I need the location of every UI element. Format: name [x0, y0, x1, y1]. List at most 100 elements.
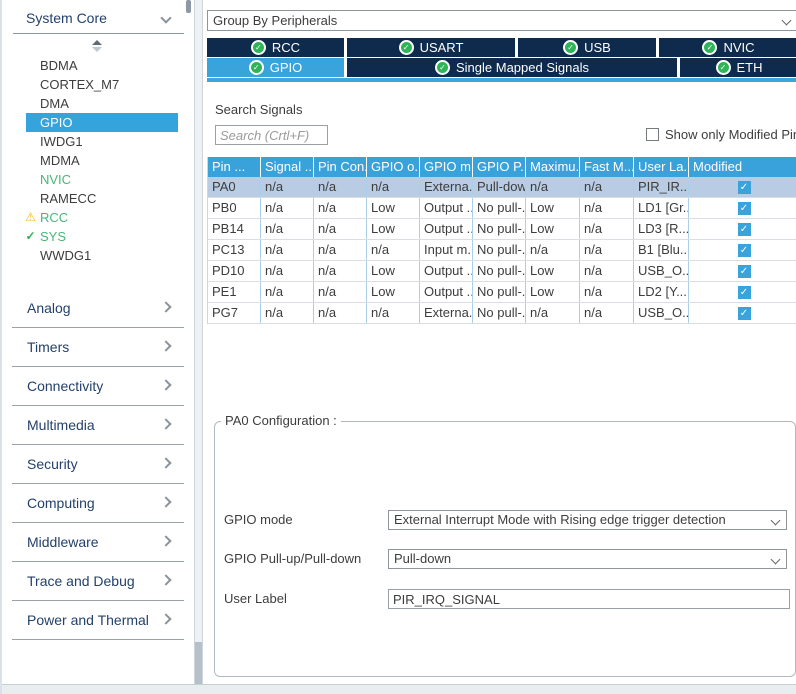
user-label-input[interactable] [388, 589, 790, 609]
table-cell: n/a [261, 198, 314, 218]
tab-rcc[interactable]: ✓RCC [207, 38, 344, 57]
sidebar-category-computing[interactable]: Computing [2, 485, 194, 524]
sidebar-category-multimedia[interactable]: Multimedia [2, 407, 194, 446]
table-cell: LD1 [Gr... [634, 198, 689, 218]
sidebar-item-bdma[interactable]: BDMA [26, 56, 178, 75]
modified-checkbox[interactable]: ✓ [738, 223, 751, 236]
tab-row-2: ✓GPIO✓Single Mapped Signals✓ETH [207, 58, 796, 77]
group-by-select[interactable]: Group By Peripherals [207, 10, 796, 31]
check-icon: ✓ [23, 227, 38, 246]
gpio-pull-value: Pull-down [394, 551, 451, 566]
divider [12, 405, 184, 406]
sidebar-item-mdma[interactable]: MDMA [26, 151, 178, 170]
table-row[interactable]: PE1n/an/aLowOutput ...No pull-...Lown/aL… [208, 282, 796, 303]
tab-usb[interactable]: ✓USB [518, 38, 656, 57]
scroll-spinner-icon[interactable] [92, 40, 102, 53]
sidebar-item-label: CORTEX_M7 [40, 77, 119, 92]
table-cell: n/a [526, 240, 580, 260]
sidebar-item-gpio[interactable]: GPIO [26, 113, 178, 132]
sidebar-category-power-and-thermal[interactable]: Power and Thermal [2, 602, 194, 641]
tab-label: NVIC [723, 40, 754, 55]
table-cell: No pull-... [473, 219, 526, 239]
chevron-down-icon [771, 516, 781, 526]
column-header[interactable]: Signal ... [261, 157, 314, 177]
pane-divider-scrollbar[interactable] [194, 0, 203, 684]
table-row[interactable]: PC13n/an/an/aInput m...No pull-...n/an/a… [208, 240, 796, 261]
table-row[interactable]: PD10n/an/aLowOutput ...No pull-...Lown/a… [208, 261, 796, 282]
column-header[interactable]: Maximu... [526, 157, 580, 177]
bottom-scroll-strip[interactable] [2, 684, 796, 694]
sidebar-item-label: DMA [40, 96, 69, 111]
green-check-icon: ✓ [702, 40, 717, 55]
sidebar-category-middleware[interactable]: Middleware [2, 524, 194, 563]
table-row[interactable]: PB0n/an/aLowOutput ...No pull-...Lown/aL… [208, 198, 796, 219]
table-row[interactable]: PA0n/an/an/aExterna...Pull-downn/an/aPIR… [208, 177, 796, 198]
sidebar-category-trace-and-debug[interactable]: Trace and Debug [2, 563, 194, 602]
column-header[interactable]: GPIO P... [473, 157, 526, 177]
table-cell: n/a [580, 240, 634, 260]
modified-checkbox[interactable]: ✓ [738, 244, 751, 257]
table-cell: LD2 [Y... [634, 282, 689, 302]
table-cell: Externa... [420, 303, 473, 323]
column-header[interactable]: User La... [634, 157, 689, 177]
sidebar-item-cortex_m7[interactable]: CORTEX_M7 [26, 75, 178, 94]
modified-checkbox[interactable]: ✓ [738, 265, 751, 278]
table-cell: LD3 [R... [634, 219, 689, 239]
tab-single-mapped-signals[interactable]: ✓Single Mapped Signals [347, 58, 677, 77]
column-header[interactable]: Pin Con... [314, 157, 367, 177]
divider [12, 600, 184, 601]
column-header[interactable]: GPIO o... [367, 157, 420, 177]
sidebar-item-ramecc[interactable]: RAMECC [26, 189, 178, 208]
chevron-right-icon [160, 613, 171, 624]
tab-eth[interactable]: ✓ETH [680, 58, 796, 77]
sidebar-scrollbar-thumb[interactable] [186, 0, 191, 13]
chevron-right-icon [160, 418, 171, 429]
modified-checkbox[interactable]: ✓ [738, 307, 751, 320]
sidebar-item-nvic[interactable]: NVIC [26, 170, 178, 189]
column-header[interactable]: Modified [689, 157, 796, 177]
table-cell: n/a [314, 177, 367, 197]
table-cell: n/a [580, 261, 634, 281]
sidebar-section-system-core[interactable]: System Core [26, 10, 176, 26]
search-input[interactable] [215, 125, 328, 145]
tab-label: RCC [272, 40, 300, 55]
chevron-down-icon [782, 16, 792, 26]
tab-nvic[interactable]: ✓ NVIC [659, 38, 796, 57]
divider [12, 366, 184, 367]
table-cell: PIR_IR... [634, 177, 689, 197]
table-row[interactable]: PG7n/an/an/aExterna...No pull-...n/an/aU… [208, 303, 796, 324]
column-header[interactable]: Fast M... [580, 157, 634, 177]
show-only-modified-label: Show only Modified Pins [665, 127, 796, 142]
modified-checkbox[interactable]: ✓ [738, 286, 751, 299]
tab-usart[interactable]: ✓USART [347, 38, 515, 57]
table-cell: Low [526, 219, 580, 239]
sidebar-item-iwdg1[interactable]: IWDG1 [26, 132, 178, 151]
system-core-list: BDMA CORTEX_M7 DMA GPIOIWDG1MDMANVICRAMECC⚠… [2, 56, 194, 265]
table-cell: B1 [Blu... [634, 240, 689, 260]
show-only-modified-checkbox[interactable] [646, 128, 659, 141]
modified-checkbox[interactable]: ✓ [738, 202, 751, 215]
pins-table: Pin ...Signal ...Pin Con...GPIO o...GPIO… [207, 157, 796, 324]
column-header[interactable]: GPIO m... [420, 157, 473, 177]
sidebar-item-dma[interactable]: DMA [26, 94, 178, 113]
sidebar-category-analog[interactable]: Analog [2, 290, 194, 329]
sidebar-item-sys[interactable]: ✓SYS [26, 227, 178, 246]
tab-gpio[interactable]: ✓GPIO [207, 58, 344, 77]
gpio-pull-select[interactable]: Pull-down [388, 549, 787, 569]
table-cell: Low [526, 198, 580, 218]
chevron-right-icon [160, 535, 171, 546]
sidebar-item-rcc[interactable]: ⚠RCC [26, 208, 178, 227]
green-check-icon: ✓ [716, 60, 731, 75]
show-only-modified-filter[interactable]: Show only Modified Pins [646, 127, 796, 142]
sidebar-item-wwdg1[interactable]: WWDG1 [26, 246, 178, 265]
sidebar-category-security[interactable]: Security [2, 446, 194, 485]
column-header[interactable]: Pin ... [208, 157, 261, 177]
modified-checkbox[interactable]: ✓ [738, 181, 751, 194]
table-row[interactable]: PB14n/an/aLowOutput ...No pull-...Lown/a… [208, 219, 796, 240]
gpio-mode-select[interactable]: External Interrupt Mode with Rising edge… [388, 510, 787, 530]
tab-row-1: ✓RCC✓USART✓USB ✓ NVIC [207, 38, 796, 57]
table-cell: n/a [367, 240, 420, 260]
sidebar-category-connectivity[interactable]: Connectivity [2, 368, 194, 407]
scrollbar-thumb[interactable] [195, 642, 202, 684]
sidebar-category-timers[interactable]: Timers [2, 329, 194, 368]
